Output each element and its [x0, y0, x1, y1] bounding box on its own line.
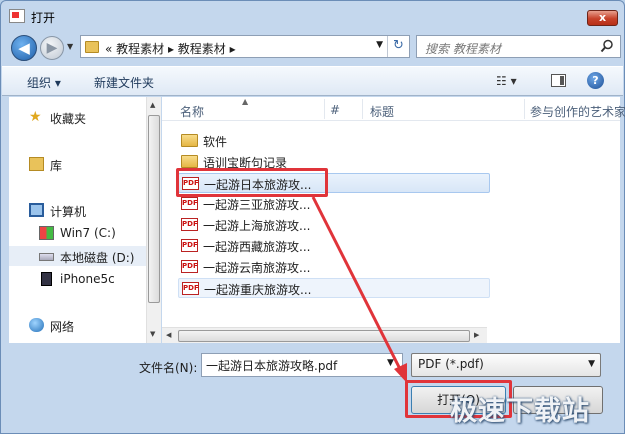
annotation-arrow: [311, 196, 407, 383]
open-file-dialog: 打开 x ◀ ▶ ▼ « 教程素材 ▸ 教程素材 ▸ ▼ ↻ 搜索 教程素材 组…: [0, 0, 625, 434]
watermark-text: 极速下载站: [450, 396, 590, 427]
